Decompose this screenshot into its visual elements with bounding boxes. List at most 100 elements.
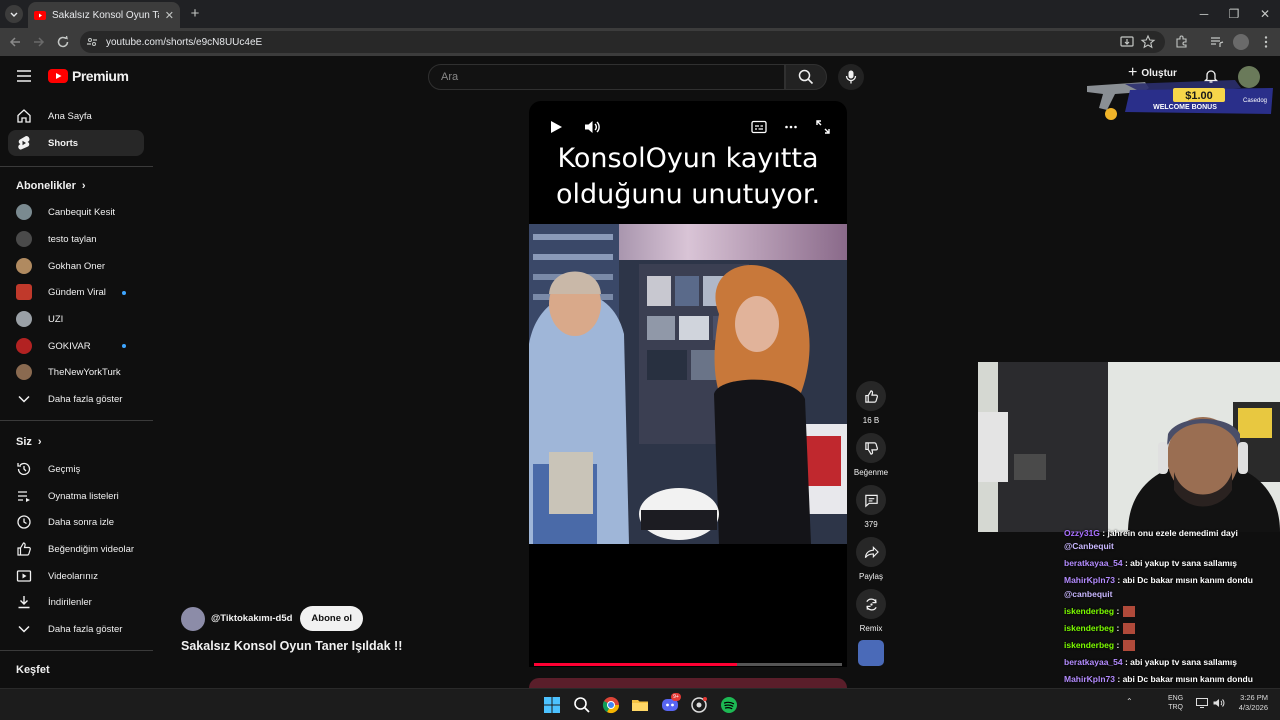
sidebar-item-subscription[interactable]: Gokhan Oner [8, 253, 144, 279]
play-icon[interactable] [549, 120, 563, 134]
chat-emote [1123, 623, 1136, 635]
sidebar-item-subscription[interactable]: Canbequit Kesit [8, 199, 144, 225]
install-app-icon[interactable] [1119, 34, 1135, 50]
display-icon[interactable] [1196, 698, 1208, 708]
chat-text: : [1114, 640, 1120, 650]
account-avatar[interactable] [1238, 66, 1260, 88]
shorts-player[interactable]: KonsolOyun kayıtta olduğunu unutuyor. [529, 101, 847, 667]
promo-label: WELCOME BONUS [1153, 104, 1217, 111]
sidebar-item-shorts[interactable]: Shorts [8, 130, 144, 156]
fullscreen-icon[interactable] [816, 120, 830, 134]
url-text: youtube.com/shorts/e9cN8UUc4eE [106, 36, 263, 48]
search-button[interactable] [785, 64, 827, 90]
dislike-button[interactable] [856, 433, 886, 463]
you-header[interactable]: Siz › [16, 436, 42, 448]
plus-icon: + [1128, 64, 1138, 81]
voice-search-button[interactable] [838, 64, 864, 90]
sidebar-item-subscription[interactable]: testo taylan [8, 226, 144, 252]
close-tab-icon[interactable]: ✕ [165, 9, 174, 22]
file-explorer-icon[interactable] [631, 696, 649, 714]
windows-start-icon[interactable] [543, 696, 561, 714]
shorts-icon [18, 136, 30, 150]
new-tab-button[interactable]: + [187, 6, 203, 22]
chat-message: MahirKpln73 : abi Dc bakar mısın kanım d… [1064, 674, 1253, 684]
sidebar-item-label: Oynatma listeleri [48, 490, 119, 502]
media-controls-icon[interactable] [1209, 34, 1225, 50]
notifications-bell-icon[interactable] [1203, 68, 1219, 84]
input-language[interactable]: ENG TRQ [1168, 694, 1183, 712]
restore-button[interactable]: ❐ [1226, 6, 1242, 22]
brand-text: Premium [72, 68, 129, 84]
create-label: Oluştur [1141, 67, 1177, 79]
show-more-you[interactable]: Daha fazla göster [8, 616, 144, 642]
remix-button[interactable] [856, 589, 886, 619]
sidebar-item-home[interactable]: Ana Sayfa [8, 103, 144, 129]
sidebar-item-subscription[interactable]: UZI [8, 306, 144, 332]
browser-tab-active[interactable]: Sakalsız Konsol Oyun Taner Işılda ✕ [28, 2, 180, 28]
chat-username: iskenderbeg [1064, 623, 1115, 633]
more-horizontal-icon[interactable] [784, 120, 798, 134]
share-button[interactable] [856, 537, 886, 567]
like-button[interactable] [856, 381, 886, 411]
share-icon [864, 545, 879, 558]
chevron-down-icon [10, 12, 18, 17]
extensions-icon[interactable] [1174, 34, 1190, 50]
volume-icon[interactable] [1213, 698, 1225, 708]
microphone-icon [845, 70, 857, 84]
chat-text: : [1114, 623, 1120, 633]
hamburger-menu-icon[interactable] [16, 69, 32, 83]
sidebar-item-label: Gündem Viral [48, 286, 106, 298]
show-more-subscriptions[interactable]: Daha fazla göster [8, 386, 144, 412]
sidebar-item-label: Beğendiğim videolar [48, 543, 135, 555]
search-icon[interactable] [573, 696, 591, 714]
home-icon [17, 109, 31, 123]
app-icon[interactable] [690, 696, 708, 714]
subscribe-button[interactable]: Abone ol [300, 606, 364, 631]
sidebar-item-label: Daha fazla göster [48, 623, 123, 635]
close-window-button[interactable]: ✕ [1257, 6, 1273, 22]
more-vertical-icon[interactable] [1258, 34, 1274, 50]
search-placeholder: Ara [441, 71, 459, 83]
sidebar-item-your-videos[interactable]: Videolarınız [8, 563, 144, 589]
sidebar-item-playlists[interactable]: Oynatma listeleri [8, 483, 144, 509]
like-count: 16 B [862, 416, 880, 425]
minimize-button[interactable]: ─ [1196, 6, 1212, 22]
sound-thumbnail[interactable] [858, 640, 884, 666]
sidebar-item-history[interactable]: Geçmiş [8, 456, 144, 482]
spotify-icon[interactable] [720, 696, 738, 714]
sidebar-item-watch-later[interactable]: Daha sonra izle [8, 509, 144, 535]
profile-avatar[interactable] [1233, 34, 1249, 50]
sidebar-item-subscription[interactable]: TheNewYorkTurk [8, 359, 144, 385]
create-button[interactable]: + Oluştur [1128, 64, 1177, 81]
chat-message: MahirKpln73 : abi Dc bakar mısın kanım d… [1064, 575, 1253, 585]
channel-avatar [16, 231, 32, 247]
chrome-icon[interactable] [602, 696, 620, 714]
reload-icon[interactable] [55, 34, 71, 50]
site-info-icon[interactable] [86, 36, 98, 48]
caption-line: olduğunu unutuyor. [555, 179, 821, 210]
chevron-up-icon[interactable]: ⌃ [1126, 697, 1133, 706]
channel-avatar[interactable] [181, 606, 205, 631]
chat-text: : abi Dc bakar mısın kanım dondu [1115, 575, 1253, 585]
channel-name[interactable]: @Tiktokakımı-d5d [211, 613, 292, 624]
video-progress-bar[interactable] [534, 663, 842, 666]
comments-button[interactable] [856, 485, 886, 515]
short-title[interactable]: Sakalsız Konsol Oyun Taner Işıldak !! [181, 639, 402, 653]
sidebar-item-downloads[interactable]: İndirilenler [8, 589, 144, 615]
captions-icon[interactable] [751, 120, 767, 134]
chat-message: iskenderbeg : [1064, 623, 1136, 635]
section-title: Abonelikler [16, 180, 76, 192]
forward-arrow-icon[interactable] [31, 34, 47, 50]
system-clock[interactable]: 3:26 PM 4/3/2026 [1232, 693, 1268, 713]
bookmark-star-icon[interactable] [1140, 34, 1156, 50]
chevron-down-icon [18, 625, 30, 633]
sidebar-item-liked-videos[interactable]: Beğendiğim videolar [8, 536, 144, 562]
volume-icon[interactable] [584, 119, 601, 135]
address-bar[interactable]: youtube.com/shorts/e9cN8UUc4eE [80, 31, 1165, 53]
back-arrow-icon[interactable] [7, 34, 23, 50]
subscriptions-header[interactable]: Abonelikler › [16, 180, 86, 192]
search-input[interactable]: Ara [428, 64, 785, 90]
youtube-premium-logo[interactable]: Premium [48, 68, 129, 84]
tab-search-button[interactable] [5, 5, 23, 23]
section-title: Keşfet [16, 664, 50, 676]
